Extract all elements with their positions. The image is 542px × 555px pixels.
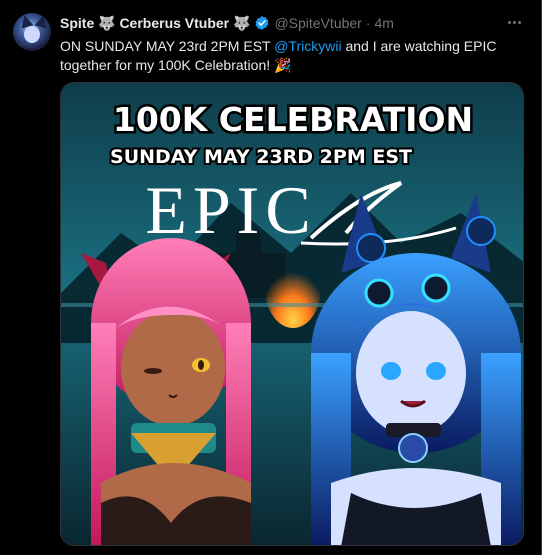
tweet-timestamp[interactable]: 4m [375, 15, 394, 31]
mention-link[interactable]: @Trickywii [274, 38, 341, 54]
media-illustration: 100K CELEBRATION SUNDAY MAY 23RD 2PM EST… [61, 83, 523, 545]
tweet-card[interactable]: Spite 🐺 Cerberus Vtuber 🐺 @SpiteVtuber ·… [0, 0, 542, 555]
separator-dot: · [365, 15, 371, 31]
author-handle[interactable]: @SpiteVtuber [274, 15, 361, 31]
media-headline: 100K CELEBRATION [113, 100, 473, 139]
tweet-text: ON SUNDAY MAY 23rd 2PM EST @Trickywii an… [60, 37, 520, 75]
media-logo: EPIC [145, 172, 316, 248]
media-subheadline: SUNDAY MAY 23RD 2PM EST [110, 146, 412, 168]
tweet-text-part: ON SUNDAY MAY 23rd 2PM EST [60, 38, 275, 54]
verified-badge-icon [255, 16, 270, 30]
tweet-media-image[interactable]: 100K CELEBRATION SUNDAY MAY 23RD 2PM EST… [60, 82, 524, 546]
author-display-name[interactable]: Spite 🐺 Cerberus Vtuber 🐺 [60, 15, 250, 32]
tweet-header: Spite 🐺 Cerberus Vtuber 🐺 @SpiteVtuber ·… [60, 14, 394, 32]
more-options-icon[interactable] [502, 12, 526, 32]
avatar[interactable] [13, 13, 51, 51]
